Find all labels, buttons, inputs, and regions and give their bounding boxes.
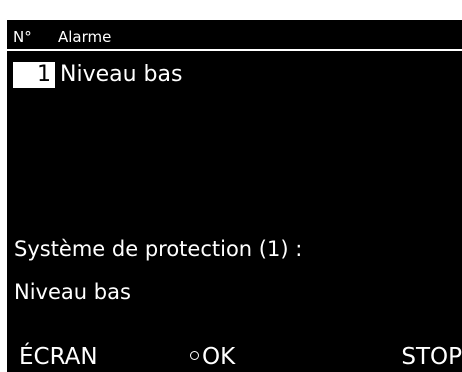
- number-column-header: N°: [13, 28, 32, 46]
- circle-icon: [190, 351, 199, 360]
- protection-system-value: Niveau bas: [14, 280, 131, 304]
- alarm-screen: N° Alarme 1 Niveau bas Système de protec…: [7, 20, 462, 372]
- ok-softkey[interactable]: OK: [190, 342, 235, 372]
- screen-softkey[interactable]: ÉCRAN: [19, 342, 98, 372]
- alarm-list-item[interactable]: 1 Niveau bas: [7, 60, 462, 92]
- protection-system-label: Système de protection (1) :: [14, 237, 303, 261]
- alarm-index-selected[interactable]: 1: [13, 62, 55, 88]
- alarm-name: Niveau bas: [60, 62, 183, 87]
- alarm-column-header: Alarme: [58, 28, 112, 46]
- softkey-bar: ÉCRAN OK STOP: [7, 342, 462, 372]
- alarm-list-header: N° Alarme: [7, 20, 462, 51]
- stop-softkey[interactable]: STOP: [401, 342, 462, 372]
- ok-softkey-label: OK: [202, 344, 236, 370]
